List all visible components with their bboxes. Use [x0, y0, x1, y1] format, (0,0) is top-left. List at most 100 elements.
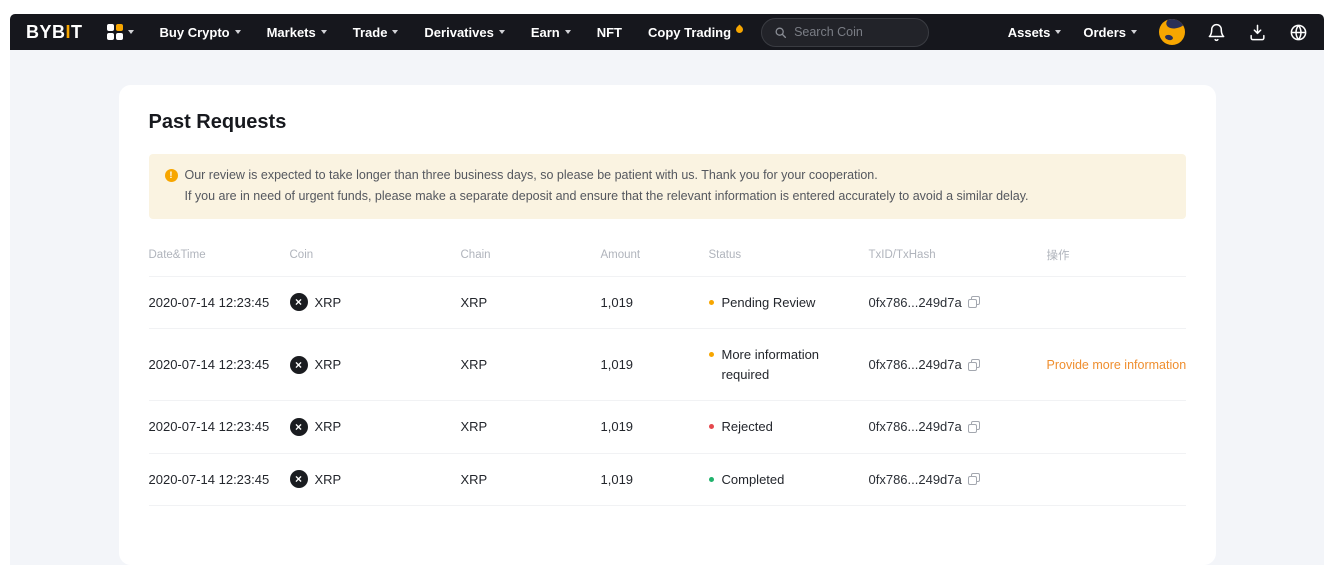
table-row: 2020-07-14 12:23:45 × XRP XRP 1,019 Comp… — [149, 454, 1186, 507]
language-button[interactable] — [1289, 23, 1308, 42]
nav-item-buy-crypto[interactable]: Buy Crypto — [160, 25, 241, 40]
status-dot — [709, 424, 714, 429]
download-icon — [1248, 23, 1267, 42]
nav-item-label: Copy Trading — [648, 25, 731, 40]
cell-coin: × XRP — [290, 470, 461, 490]
cell-action: Provide more information — [1047, 355, 1187, 375]
main-menu: Buy Crypto Markets Trade Derivatives Ear… — [160, 25, 744, 40]
cell-datetime: 2020-07-14 12:23:45 — [149, 355, 290, 375]
xrp-coin-icon: × — [290, 356, 308, 374]
cell-status: Rejected — [709, 417, 869, 437]
assets-menu[interactable]: Assets — [1008, 25, 1062, 40]
copy-icon[interactable] — [968, 473, 980, 485]
chevron-down-icon — [1055, 30, 1061, 34]
table-body: 2020-07-14 12:23:45 × XRP XRP 1,019 Pend… — [149, 277, 1186, 507]
header-txid: TxID/TxHash — [869, 249, 1047, 261]
globe-icon — [1289, 23, 1308, 42]
notice-line-2: If you are in need of urgent funds, plea… — [185, 186, 1029, 207]
nav-item-nft[interactable]: NFT — [597, 25, 622, 40]
nav-item-copy-trading[interactable]: Copy Trading — [648, 25, 743, 40]
provide-more-information-link[interactable]: Provide more information — [1047, 358, 1187, 372]
top-nav: BYBIT Buy Crypto Markets Trade Derivativ… — [10, 14, 1324, 50]
nav-item-markets[interactable]: Markets — [267, 25, 327, 40]
avatar-hair — [1165, 19, 1185, 31]
notice-banner: ! Our review is expected to take longer … — [149, 154, 1186, 219]
status-dot — [709, 477, 714, 482]
nav-right: Assets Orders — [1008, 19, 1308, 45]
nav-item-label: NFT — [597, 25, 622, 40]
table-header-row: Date&Time Coin Chain Amount Status TxID/… — [149, 235, 1186, 277]
search-input[interactable] — [794, 25, 912, 39]
cell-txid: 0fx786...249d7a — [869, 293, 1047, 313]
logo-part2: T — [71, 22, 83, 43]
page-background: Past Requests ! Our review is expected t… — [10, 50, 1324, 565]
cell-coin: × XRP — [290, 293, 461, 313]
cell-txid: 0fx786...249d7a — [869, 470, 1047, 490]
cell-datetime: 2020-07-14 12:23:45 — [149, 470, 290, 490]
cell-chain: XRP — [461, 417, 601, 437]
search-box[interactable] — [761, 18, 929, 47]
past-requests-card: Past Requests ! Our review is expected t… — [119, 85, 1216, 565]
nav-item-label: Earn — [531, 25, 560, 40]
txid-value: 0fx786...249d7a — [869, 293, 962, 313]
nav-item-label: Buy Crypto — [160, 25, 230, 40]
nav-item-label: Derivatives — [424, 25, 493, 40]
nav-item-derivatives[interactable]: Derivatives — [424, 25, 504, 40]
header-status: Status — [709, 249, 869, 261]
app-grid-icon — [107, 24, 123, 40]
txid-value: 0fx786...249d7a — [869, 417, 962, 437]
cell-datetime: 2020-07-14 12:23:45 — [149, 293, 290, 313]
coin-label: XRP — [315, 417, 342, 437]
cell-txid: 0fx786...249d7a — [869, 417, 1047, 437]
header-datetime: Date&Time — [149, 249, 290, 261]
past-requests-table: Date&Time Coin Chain Amount Status TxID/… — [149, 235, 1186, 507]
txid-value: 0fx786...249d7a — [869, 470, 962, 490]
status-label: Completed — [722, 470, 785, 490]
chevron-down-icon — [321, 30, 327, 34]
nav-item-label: Trade — [353, 25, 388, 40]
cell-chain: XRP — [461, 293, 601, 313]
cell-coin: × XRP — [290, 355, 461, 375]
cell-amount: 1,019 — [601, 470, 709, 490]
xrp-coin-icon: × — [290, 418, 308, 436]
exclamation-circle-icon: ! — [165, 169, 178, 182]
bell-icon — [1207, 23, 1226, 42]
cell-amount: 1,019 — [601, 417, 709, 437]
chevron-down-icon — [1131, 30, 1137, 34]
orders-menu[interactable]: Orders — [1083, 25, 1137, 40]
notice-text: Our review is expected to take longer th… — [185, 165, 1029, 208]
user-avatar[interactable] — [1159, 19, 1185, 45]
chevron-down-icon — [128, 30, 134, 34]
logo-part1: BYB — [26, 22, 66, 43]
flame-droplet-icon — [735, 25, 745, 35]
copy-icon[interactable] — [968, 296, 980, 308]
header-action: 操作 — [1047, 247, 1186, 263]
bybit-logo[interactable]: BYBIT — [26, 22, 83, 43]
cell-datetime: 2020-07-14 12:23:45 — [149, 417, 290, 437]
cell-amount: 1,019 — [601, 293, 709, 313]
app-grid-menu[interactable] — [107, 24, 134, 40]
nav-item-earn[interactable]: Earn — [531, 25, 571, 40]
cell-status: Pending Review — [709, 293, 869, 313]
status-label: Rejected — [722, 417, 773, 437]
status-label: More information required — [722, 345, 840, 384]
chevron-down-icon — [499, 30, 505, 34]
cell-status: Completed — [709, 470, 869, 490]
txid-value: 0fx786...249d7a — [869, 355, 962, 375]
copy-icon[interactable] — [968, 421, 980, 433]
chevron-down-icon — [235, 30, 241, 34]
table-row: 2020-07-14 12:23:45 × XRP XRP 1,019 Reje… — [149, 401, 1186, 454]
nav-item-trade[interactable]: Trade — [353, 25, 399, 40]
table-row: 2020-07-14 12:23:45 × XRP XRP 1,019 Pend… — [149, 277, 1186, 330]
cell-chain: XRP — [461, 470, 601, 490]
cell-amount: 1,019 — [601, 355, 709, 375]
downloads-button[interactable] — [1248, 23, 1267, 42]
notifications-button[interactable] — [1207, 23, 1226, 42]
copy-icon[interactable] — [968, 359, 980, 371]
cell-status: More information required — [709, 345, 869, 384]
nav-item-label: Markets — [267, 25, 316, 40]
status-dot — [709, 352, 714, 357]
xrp-coin-icon: × — [290, 470, 308, 488]
status-dot — [709, 300, 714, 305]
chevron-down-icon — [392, 30, 398, 34]
